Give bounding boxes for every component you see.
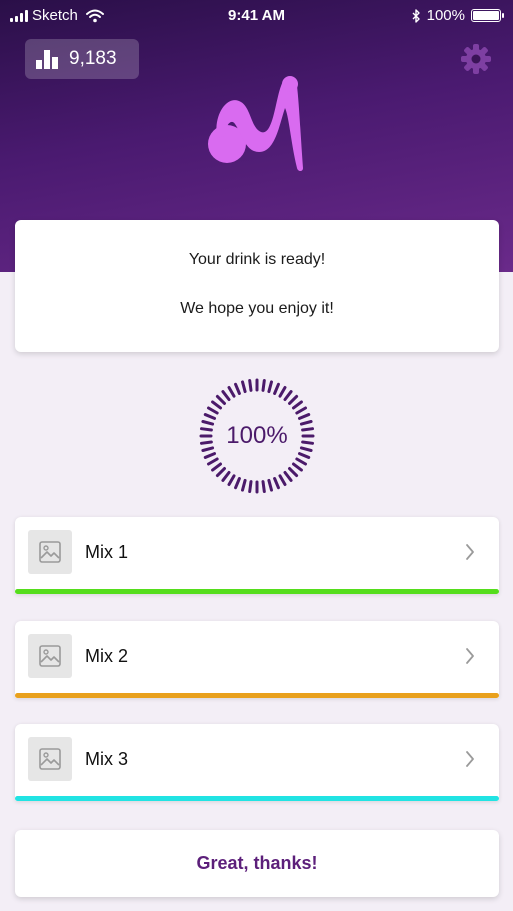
mix-item-1[interactable]: Mix 1 (15, 517, 499, 594)
ready-message: Your drink is ready! (188, 251, 326, 268)
status-right: 100% (412, 7, 504, 24)
chevron-right-icon (466, 751, 474, 767)
progress-ring: 100% (199, 378, 315, 494)
mix-accent-bar (15, 796, 499, 801)
image-placeholder-icon (39, 645, 61, 667)
mix-accent-bar (15, 589, 499, 594)
chevron-right-icon (466, 544, 474, 560)
score-value: 9,183 (69, 48, 117, 69)
battery-percent: 100% (426, 7, 465, 24)
mix-accent-bar (15, 693, 499, 698)
bar-chart-icon (36, 49, 58, 69)
image-placeholder-icon (39, 541, 61, 563)
ready-card: Your drink is ready! We hope you enjoy i… (15, 220, 499, 352)
mix-label: Mix 3 (85, 749, 129, 769)
chevron-right-icon (466, 648, 474, 664)
mix-thumbnail (28, 634, 72, 678)
mix-label: Mix 1 (85, 542, 129, 562)
status-bar: Sketch 9:41 AM 100% (0, 0, 513, 32)
bluetooth-icon (412, 8, 420, 23)
progress-label: 100% (226, 422, 288, 449)
mix-label: Mix 2 (85, 646, 129, 666)
battery-icon (471, 9, 504, 22)
mix-thumbnail (28, 737, 72, 781)
battery-fill (473, 11, 499, 20)
mix-thumbnail (28, 530, 72, 574)
enjoy-message: We hope you enjoy it! (180, 300, 334, 317)
app-logo (208, 76, 303, 171)
image-placeholder-icon (39, 748, 61, 770)
score-badge[interactable]: 9,183 (25, 39, 139, 79)
mix-item-3[interactable]: Mix 3 (15, 724, 499, 801)
gear-icon[interactable] (461, 44, 491, 74)
mix-item-2[interactable]: Mix 2 (15, 621, 499, 698)
great-thanks-button[interactable]: Great, thanks! (15, 830, 499, 897)
